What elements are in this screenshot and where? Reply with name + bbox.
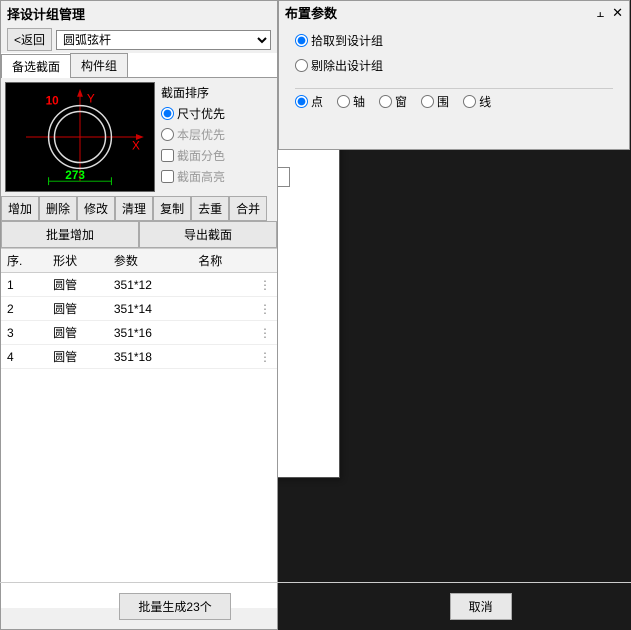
section-table: 序. 形状 参数 名称 1圆管351*12⋮2圆管351*14⋮3圆管351*1… — [1, 249, 277, 369]
sort-size-first[interactable]: 尺寸优先 — [161, 105, 225, 122]
col-param[interactable]: 参数 — [108, 249, 192, 273]
tab-components[interactable]: 构件组 — [70, 53, 128, 77]
mode-围[interactable]: 围 — [421, 93, 449, 110]
btn-edit[interactable]: 修改 — [77, 196, 115, 221]
btn-batch-add[interactable]: 批量增加 — [1, 221, 139, 248]
table-row[interactable]: 2圆管351*14⋮ — [1, 297, 277, 321]
mode-线[interactable]: 线 — [463, 93, 491, 110]
opt-remove[interactable]: 剔除出设计组 — [295, 57, 613, 74]
back-button[interactable]: <返回 — [7, 28, 52, 51]
sort-layer-first[interactable]: 本层优先 — [161, 126, 225, 143]
btn-copy[interactable]: 复制 — [153, 196, 191, 221]
col-name[interactable]: 名称 — [192, 249, 253, 273]
svg-text:273: 273 — [65, 169, 85, 182]
pin-icon[interactable]: ⫠ — [596, 5, 604, 21]
col-index[interactable]: 序. — [1, 249, 47, 273]
tab-sections[interactable]: 备选截面 — [1, 54, 71, 78]
table-row[interactable]: 3圆管351*16⋮ — [1, 321, 277, 345]
btn-delete[interactable]: 删除 — [39, 196, 77, 221]
svg-text:Y: Y — [87, 93, 95, 106]
design-group-panel: 择设计组管理 <返回 圆弧弦杆 备选截面 构件组 10 Y X — [0, 0, 278, 630]
btn-dedup[interactable]: 去重 — [191, 196, 229, 221]
design-group-title: 择设计组管理 — [1, 1, 277, 26]
table-row[interactable]: 1圆管351*12⋮ — [1, 273, 277, 297]
col-shape[interactable]: 形状 — [47, 249, 108, 273]
chk-highlight[interactable]: 截面高亮 — [161, 168, 225, 185]
btn-export[interactable]: 导出截面 — [139, 221, 277, 248]
mode-轴[interactable]: 轴 — [337, 93, 365, 110]
btn-add[interactable]: 增加 — [1, 196, 39, 221]
btn-merge[interactable]: 合并 — [229, 196, 267, 221]
btn-cancel[interactable]: 取消 — [450, 593, 512, 620]
opt-pick[interactable]: 拾取到设计组 — [295, 32, 613, 49]
svg-text:X: X — [132, 140, 140, 153]
sort-options: 截面排序 尺寸优先 本层优先 截面分色 截面高亮 — [161, 82, 225, 192]
chk-color[interactable]: 截面分色 — [161, 147, 225, 164]
btn-generate[interactable]: 批量生成23个 — [119, 593, 230, 620]
type-select[interactable]: 圆弧弦杆 — [56, 30, 271, 50]
layout-title: 布置参数 — [285, 3, 337, 22]
mode-窗[interactable]: 窗 — [379, 93, 407, 110]
close-icon[interactable]: ✕ — [612, 5, 623, 21]
btn-clean[interactable]: 清理 — [115, 196, 153, 221]
table-row[interactable]: 4圆管351*18⋮ — [1, 345, 277, 369]
sort-title: 截面排序 — [161, 84, 225, 101]
layout-params-panel: 布置参数 ⫠ ✕ 拾取到设计组 剔除出设计组 点轴窗围线 — [278, 0, 630, 150]
section-preview: 10 Y X 273 — [5, 82, 155, 192]
svg-text:10: 10 — [46, 95, 60, 108]
mode-点[interactable]: 点 — [295, 93, 323, 110]
